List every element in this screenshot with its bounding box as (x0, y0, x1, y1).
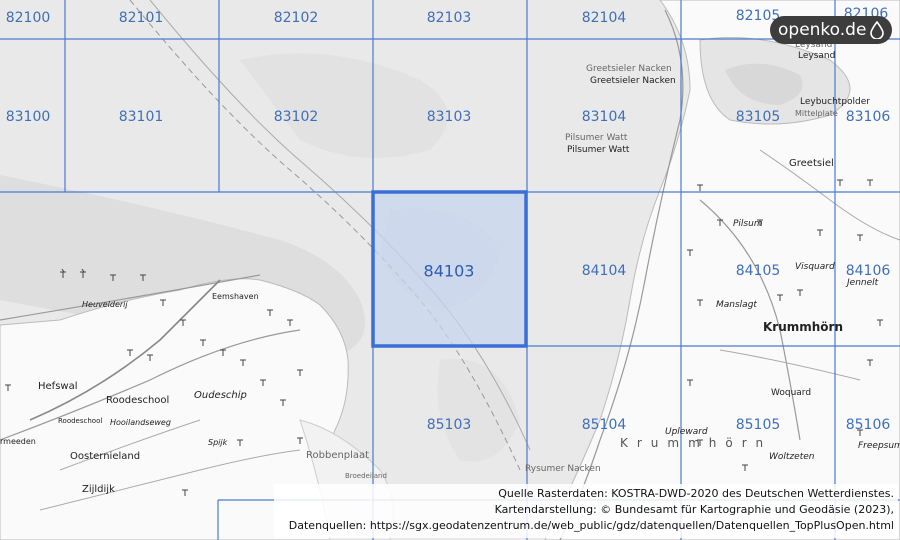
grid-cell-label-83100[interactable]: 83100 (6, 109, 51, 125)
place-label: Roodeschool (58, 417, 103, 425)
grid-cell-label-83101[interactable]: 83101 (119, 109, 164, 125)
place-label: Hefswal (38, 381, 78, 392)
place-label: Freepsum (858, 441, 900, 451)
place-label: Krummhörn (763, 320, 844, 334)
grid-cell-label-85105[interactable]: 85105 (736, 417, 781, 433)
openko-logo[interactable]: openko.de (770, 16, 893, 44)
place-label: Greetsieler Nacken (586, 64, 672, 74)
place-label: Oudeschip (194, 390, 247, 401)
place-label: Spijk (208, 438, 228, 447)
place-label: Mittelplate (795, 109, 838, 118)
grid-cell-label-83106[interactable]: 83106 (846, 109, 891, 125)
grid-cell-label-84105[interactable]: 84105 (736, 263, 781, 279)
grid-cell-label-84103[interactable]: 84103 (424, 262, 475, 281)
grid-cell-label-83102[interactable]: 83102 (274, 109, 319, 125)
credit-line-3[interactable]: Datenquellen: https://sgx.geodatenzentru… (274, 518, 894, 534)
logo-text: openko.de (778, 20, 867, 40)
place-label: Visquard (795, 262, 835, 272)
place-label: Leybuchtpolder (800, 97, 870, 107)
credit-line-2: Kartendarstellung: © Bundesamt für Karto… (494, 503, 894, 516)
place-label: Woquard (771, 388, 812, 398)
grid-cell-label-82103[interactable]: 82103 (427, 10, 472, 26)
grid-cell-label-84104[interactable]: 84104 (582, 263, 627, 279)
place-label: Hooilandseweg (110, 418, 171, 427)
place-label: Manslagt (716, 300, 757, 310)
grid-cell-label-85104[interactable]: 85104 (582, 417, 627, 433)
attribution-box: Quelle Rasterdaten: KOSTRA-DWD-2020 des … (274, 484, 898, 538)
place-label: Roodeschool (106, 395, 170, 406)
raindrop-icon (870, 21, 885, 39)
place-label: Rysumer Nacken (525, 464, 601, 474)
grid-cell-label-83105[interactable]: 83105 (736, 109, 781, 125)
grid-cell-label-82104[interactable]: 82104 (582, 10, 627, 26)
place-label: Heuvelderij (82, 300, 128, 309)
place-label: Jennelt (847, 278, 879, 288)
grid-cell-label-84106[interactable]: 84106 (846, 263, 891, 279)
grid-cell-label-82100[interactable]: 82100 (6, 10, 51, 26)
grid-cell-label-82102[interactable]: 82102 (274, 10, 319, 26)
grid-cell-label-85103[interactable]: 85103 (427, 417, 472, 433)
place-label: Broedeiland (345, 472, 387, 480)
place-label: Zijldijk (82, 484, 115, 495)
place-label: Woltzeten (769, 452, 815, 462)
grid-cell-label-83104[interactable]: 83104 (582, 109, 627, 125)
credit-line-1: Quelle Rasterdaten: KOSTRA-DWD-2020 des … (498, 487, 894, 500)
place-label: Pilsumer Watt (567, 145, 630, 155)
grid-cell-label-83103[interactable]: 83103 (427, 109, 472, 125)
place-label: Greetsiel (789, 158, 834, 169)
place-label: Pilsumer Watt (565, 133, 628, 143)
place-label: Krummhörn (620, 436, 773, 450)
place-label: Pilsum (733, 219, 763, 229)
place-label: rmeeden (0, 437, 36, 446)
grid-cell-label-85106[interactable]: 85106 (846, 417, 891, 433)
place-label: Leysand (798, 51, 836, 61)
place-label: Oosternieland (70, 451, 141, 462)
place-label: Robbenplaat (306, 450, 370, 461)
place-label: Greetsieler Nacken (590, 76, 676, 86)
place-label: Eemshaven (212, 292, 259, 301)
grid-cell-label-82101[interactable]: 82101 (119, 10, 164, 26)
